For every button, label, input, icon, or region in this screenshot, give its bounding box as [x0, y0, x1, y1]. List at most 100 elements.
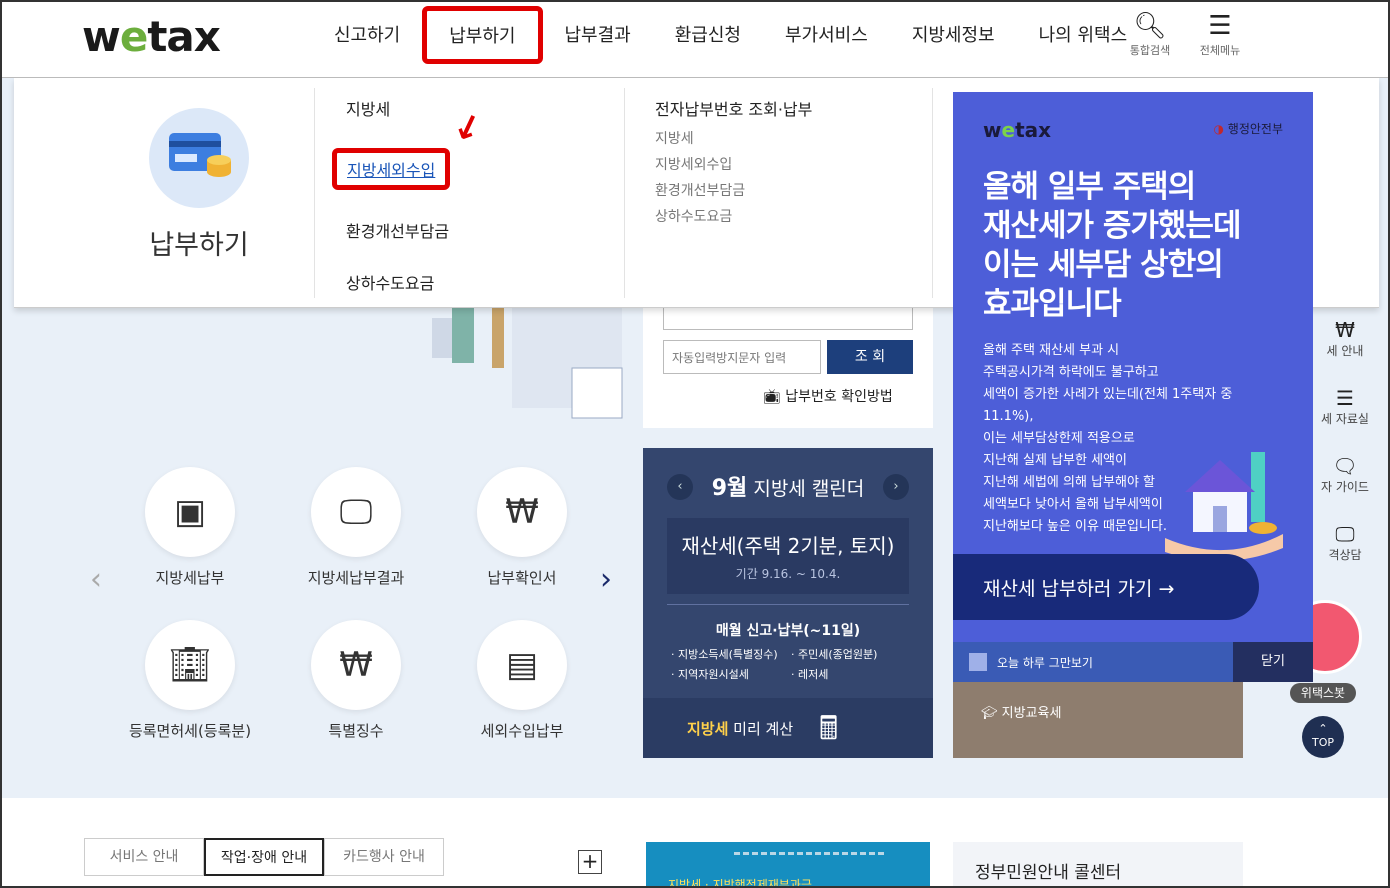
- annotation-arrow-icon: ↙: [448, 104, 489, 152]
- card-coins-icon: ▤: [477, 620, 567, 710]
- gov-call-center-title: 정부민원안내 콜센터: [975, 863, 1122, 883]
- logo-part: tax: [1015, 118, 1052, 142]
- payment-number-input-edge[interactable]: [663, 308, 913, 330]
- scroll-top-button[interactable]: ⌃ TOP: [1302, 716, 1344, 758]
- captcha-input[interactable]: 자동입력방지문자 입력: [663, 340, 821, 374]
- menu-label: 전체메뉴: [1199, 44, 1241, 57]
- divider: [932, 88, 933, 298]
- rail-tax-guide[interactable]: ₩ 세 안내: [1310, 318, 1380, 359]
- lookup-button[interactable]: 조 회: [827, 340, 913, 374]
- building-won-icon: 🏢︎: [145, 620, 235, 710]
- quick-registration-license-tax[interactable]: 🏢︎ 등록면허세(등록분): [105, 620, 275, 741]
- mega-epay-env-charge[interactable]: 환경개선부담금: [655, 180, 812, 200]
- local-education-tax-tab[interactable]: 🎓︎ 지방교육세: [953, 682, 1243, 758]
- footer-highlight: 지방세: [687, 720, 729, 738]
- quick-label: 지방세납부: [155, 569, 225, 587]
- calendar-monthly-title: 매월 신고·납부(~11일): [715, 623, 861, 639]
- mega-item-env-charge[interactable]: 환경개선부담금: [346, 218, 450, 242]
- nav-payment[interactable]: 납부하기: [422, 6, 543, 64]
- quick-label: 납부확인서: [487, 569, 557, 587]
- rail-tax-resources[interactable]: ☰ 세 자료실: [1310, 386, 1380, 427]
- tax-calculator-label: 지방세 미리 계산: [687, 718, 793, 739]
- divider: [624, 88, 625, 298]
- footer-text: 미리 계산: [728, 720, 794, 738]
- mega-epay-non-tax[interactable]: 지방세외수입: [655, 154, 812, 174]
- gov-call-center-card[interactable]: 정부민원안내 콜센터: [953, 842, 1243, 886]
- calendar-monthly-list: · 지방소득세(특별징수) · 주민세(종업원분) · 지역자원시설세 · 레저…: [671, 646, 911, 682]
- quick-non-tax-payment[interactable]: ▤ 세외수입납부: [437, 620, 607, 741]
- list-item: · 주민세(종업원분): [791, 648, 878, 661]
- body-line: 주택공시가격 하락에도 불구하고: [983, 365, 1159, 380]
- list-item: · 지역자원시설세: [671, 668, 749, 681]
- popup-footer: 오늘 하루 그만보기 닫기: [953, 642, 1313, 682]
- payment-number-guide-link[interactable]: 📺︎ 납부번호 확인방법: [763, 386, 893, 406]
- more-plus-icon[interactable]: +: [578, 850, 602, 874]
- calendar-tax-card[interactable]: 재산세(주택 2기분, 토지) 기간 9.16. ~ 10.4.: [667, 518, 909, 594]
- tab-service-notice[interactable]: 서비스 안내: [84, 838, 204, 876]
- mega-epay-title[interactable]: 전자납부번호 조회·납부: [655, 96, 812, 120]
- hide-today-checkbox[interactable]: [969, 653, 987, 671]
- list-icon: ☰: [1336, 386, 1354, 410]
- quick-payment-certificate[interactable]: ₩ 납부확인서: [437, 467, 607, 588]
- quick-label: 세외수입납부: [480, 722, 564, 740]
- mega-item-non-tax-revenue[interactable]: 지방세외수입: [332, 148, 451, 190]
- quick-payment-result[interactable]: 🖵︎ 지방세납부결과: [271, 467, 441, 588]
- ministry-logo: ◑ 행정안전부: [1214, 120, 1284, 137]
- property-tax-popup: wetax ◑ 행정안전부 올해 일부 주택의 재산세가 증가했는데 이는 세부…: [953, 92, 1313, 682]
- payment-number-search: 자동입력방지문자 입력 조 회 📺︎ 납부번호 확인방법: [643, 308, 933, 428]
- popup-close-button[interactable]: 닫기: [1233, 642, 1313, 682]
- tax-calculator-link[interactable]: 지방세 미리 계산 🖩︎: [643, 698, 933, 758]
- body-line: 세액이 증가한 사례가 있는데(전체 1주택자 중 11.1%),: [983, 387, 1233, 424]
- house-in-hand-icon: [1165, 452, 1283, 562]
- receipt-hand-icon: ₩: [477, 467, 567, 557]
- nav-refund[interactable]: 환급신청: [653, 2, 763, 66]
- quick-local-tax-payment[interactable]: ▣ 지방세납부: [105, 467, 275, 588]
- monitor-folder-icon: 🖵︎: [311, 467, 401, 557]
- banner-title: 지방세 · 지방행정제재부과금: [668, 878, 812, 888]
- list-item: · 레저세: [791, 668, 829, 681]
- pay-property-tax-button[interactable]: 재산세 납부하러 가기 →: [953, 554, 1259, 620]
- nav-payment-result[interactable]: 납부결과: [543, 2, 653, 66]
- wetax-logo[interactable]: wetax: [82, 12, 221, 61]
- mega-item-water-fee[interactable]: 상하수도요금: [346, 270, 450, 294]
- quick-label: 특별징수: [328, 722, 384, 740]
- money-bag-icon: ₩: [1335, 318, 1355, 342]
- rail-remote-consult[interactable]: 🖵︎ 격상담: [1310, 522, 1380, 563]
- mega-item-local-tax[interactable]: 지방세: [346, 96, 450, 120]
- all-menu-button[interactable]: ☰ 전체메뉴: [1190, 10, 1250, 58]
- mega-epay-water-fee[interactable]: 상하수도요금: [655, 206, 812, 226]
- popup-headline: 올해 일부 주택의 재산세가 증가했는데 이는 세부담 상한의 효과입니다: [983, 168, 1293, 324]
- cta-label: 재산세 납부하러 가기: [983, 578, 1153, 600]
- nav-extra-services[interactable]: 부가서비스: [763, 2, 890, 66]
- quick-special-collection[interactable]: ₩ 특별징수: [271, 620, 441, 741]
- tab-maintenance-notice[interactable]: 작업·장애 안내: [204, 838, 324, 876]
- chatbot-label[interactable]: 위택스봇: [1290, 683, 1356, 703]
- logo-part: tax: [147, 12, 221, 61]
- calculator-icon: 🖩︎: [819, 709, 839, 747]
- hide-today-label[interactable]: 오늘 하루 그만보기: [997, 654, 1093, 671]
- top-label: TOP: [1311, 736, 1334, 749]
- tab-card-event-notice[interactable]: 카드행사 안내: [324, 838, 444, 876]
- card-coins-icon: [149, 108, 249, 208]
- chat-icon: 🗨︎: [1332, 454, 1358, 478]
- search-button[interactable]: 🔍︎ 통합검색: [1120, 10, 1180, 58]
- nav-local-tax-info[interactable]: 지방세정보: [890, 2, 1017, 66]
- site-header: wetax 신고하기 납부하기 납부결과 환급신청 부가서비스 지방세정보 나의…: [2, 2, 1388, 78]
- nav-report[interactable]: 신고하기: [312, 2, 422, 66]
- search-icon: 🔍︎: [1133, 11, 1167, 41]
- logo-part: w: [983, 118, 1002, 142]
- calendar-period: 기간 9.16. ~ 10.4.: [735, 567, 841, 581]
- graduation-cap-icon: 🎓︎: [981, 706, 1002, 721]
- calendar-month: 9월: [711, 476, 748, 501]
- rail-user-guide[interactable]: 🗨︎ 자 가이드: [1310, 454, 1380, 495]
- popup-logo: wetax: [983, 118, 1051, 142]
- mega-epay-local-tax[interactable]: 지방세: [655, 128, 812, 148]
- banner-pager[interactable]: [734, 852, 884, 856]
- rail-label: 세 자료실: [1321, 412, 1369, 426]
- card-reader-icon: ▣: [145, 467, 235, 557]
- promo-banner[interactable]: 지방세 · 지방행정제재부과금: [646, 842, 930, 888]
- calendar-divider: [667, 604, 909, 605]
- monitor-icon: 🖵︎: [1335, 522, 1355, 546]
- rail-label: 자 가이드: [1321, 480, 1369, 494]
- quick-prev-arrow-icon[interactable]: ‹: [90, 562, 102, 597]
